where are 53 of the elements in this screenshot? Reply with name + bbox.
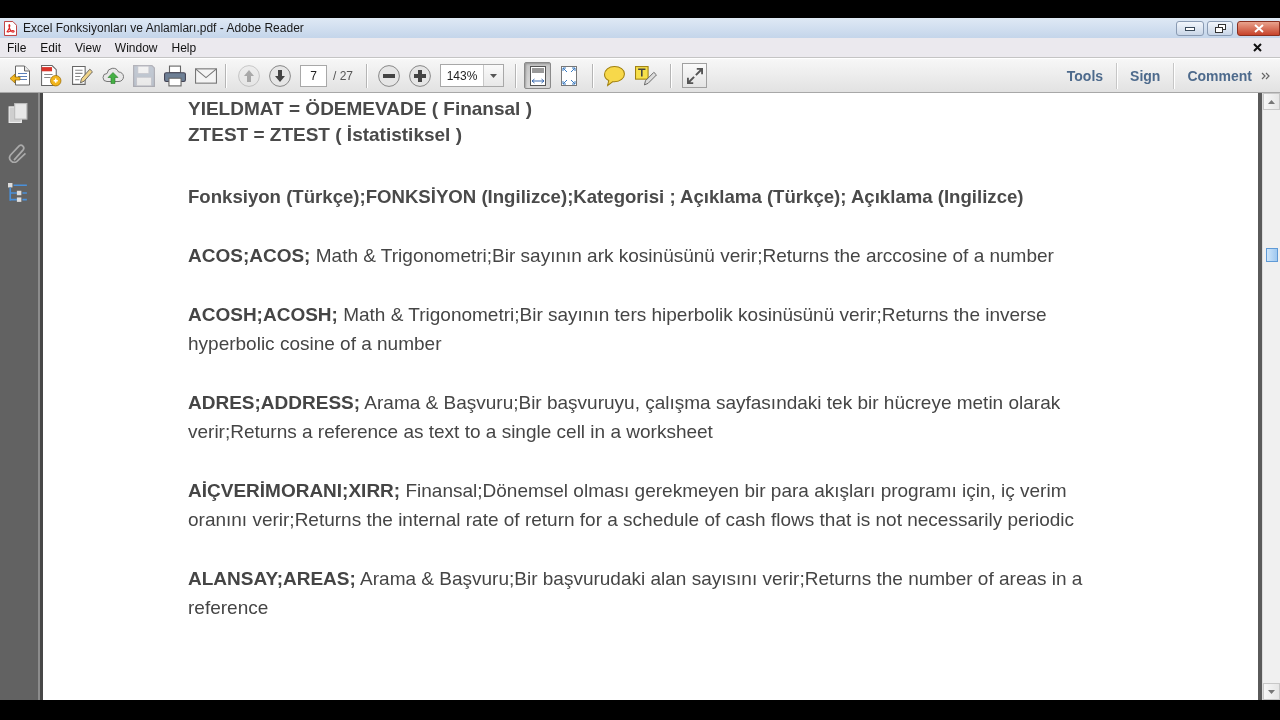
text-pencil-icon[interactable]	[635, 64, 657, 87]
pane-button[interactable]: Sign	[1130, 63, 1161, 88]
document-plus-icon[interactable]	[40, 64, 62, 87]
caret-down-icon	[1268, 689, 1275, 694]
double-chevron-icon[interactable]	[1261, 71, 1270, 80]
zoom-field[interactable]: 143%	[440, 64, 504, 87]
formula-line: YIELDMAT = ÖDEMEVADE ( Finansal )	[188, 97, 533, 121]
menu-item[interactable]: Window	[109, 39, 163, 56]
speech-bubble-icon[interactable]	[604, 64, 626, 87]
pane-button[interactable]: Comment	[1187, 63, 1252, 88]
close-button[interactable]	[1237, 21, 1280, 36]
print-icon[interactable]	[164, 64, 186, 87]
close-icon	[1253, 24, 1264, 33]
function-entry: ALANSAY;AREAS; Arama & Başvuru;Bir başvurudaki alan sayısını verir;Returns the number of areas in a reference	[188, 566, 1084, 620]
function-entry: ADRES;ADDRESS; Arama & Başvuru;Bir başvuruyu, çalışma sayfasındaki tek bir hücreye metin olarak verir;Returns a reference as text to a single cell in a worksheet	[188, 390, 1062, 444]
edit-document-icon[interactable]	[71, 64, 93, 87]
caret-up-icon	[1268, 99, 1275, 104]
page-number-field[interactable]: 7	[300, 64, 327, 87]
close-icon[interactable]	[1253, 43, 1262, 52]
pages-icon[interactable]	[8, 103, 28, 123]
caret-down-icon	[490, 73, 497, 78]
minimize-icon	[1185, 26, 1195, 31]
function-entry: AİÇVERİMORANI;XIRR; Finansal;Dönemsel olması gerekmeyen bir para akışları programı için, iç verim oranını verir;Returns the internal rate of return for a schedule of cash flows that is not necessarily periodic	[188, 478, 1076, 532]
expand-arrows-icon	[686, 67, 703, 84]
minimize-button[interactable]	[1176, 21, 1204, 36]
scroll-up-button[interactable]	[1263, 93, 1280, 110]
minus-icon[interactable]	[378, 64, 400, 87]
window-title: Excel Fonksiyonları ve Anlamları.pdf - Adobe Reader	[23, 21, 305, 35]
tree-list-icon[interactable]	[8, 183, 28, 203]
column-heading: Fonksiyon (Türkçe);FONKSİYON (Ingilizce);Kategorisi ; Açıklama (Türkçe); Açıklama (Ingilizce)	[188, 185, 1025, 209]
menu-item[interactable]: Edit	[35, 39, 67, 56]
plus-icon[interactable]	[409, 64, 431, 87]
function-entry: ACOSH;ACOSH; Math & Trigonometri;Bir sayının ters hiperbolik kosinüsünü verir;Returns the inverse hyperbolic cosine of a number	[188, 302, 1048, 356]
formula-line: ZTEST = ZTEST ( İstatistiksel )	[188, 123, 463, 147]
page-width-icon	[529, 65, 546, 86]
fit-page-button[interactable]	[524, 62, 551, 89]
scrollbar-thumb[interactable]	[1266, 248, 1278, 262]
arrow-down-icon[interactable]	[269, 64, 291, 87]
scrollbar[interactable]	[1262, 93, 1280, 700]
page-count: / 27	[333, 68, 353, 83]
full-screen-button[interactable]	[682, 63, 707, 88]
pane-button[interactable]: Tools	[1066, 63, 1104, 88]
scroll-down-button[interactable]	[1263, 683, 1280, 700]
page-expand-icon	[560, 65, 577, 86]
menu-item[interactable]: Help	[166, 39, 202, 56]
menu-item[interactable]: View	[70, 39, 106, 56]
document-arrow-icon[interactable]	[9, 64, 31, 87]
menu-item[interactable]: File	[2, 39, 32, 56]
paperclip-icon[interactable]	[8, 143, 28, 163]
document-icon	[4, 21, 17, 36]
restore-icon	[1214, 24, 1226, 33]
function-entry: ACOS;ACOS; Math & Trigonometri;Bir sayının ark kosinüsünü verir;Returns the arccosine of a number	[188, 244, 1055, 268]
restore-button[interactable]	[1207, 21, 1233, 36]
